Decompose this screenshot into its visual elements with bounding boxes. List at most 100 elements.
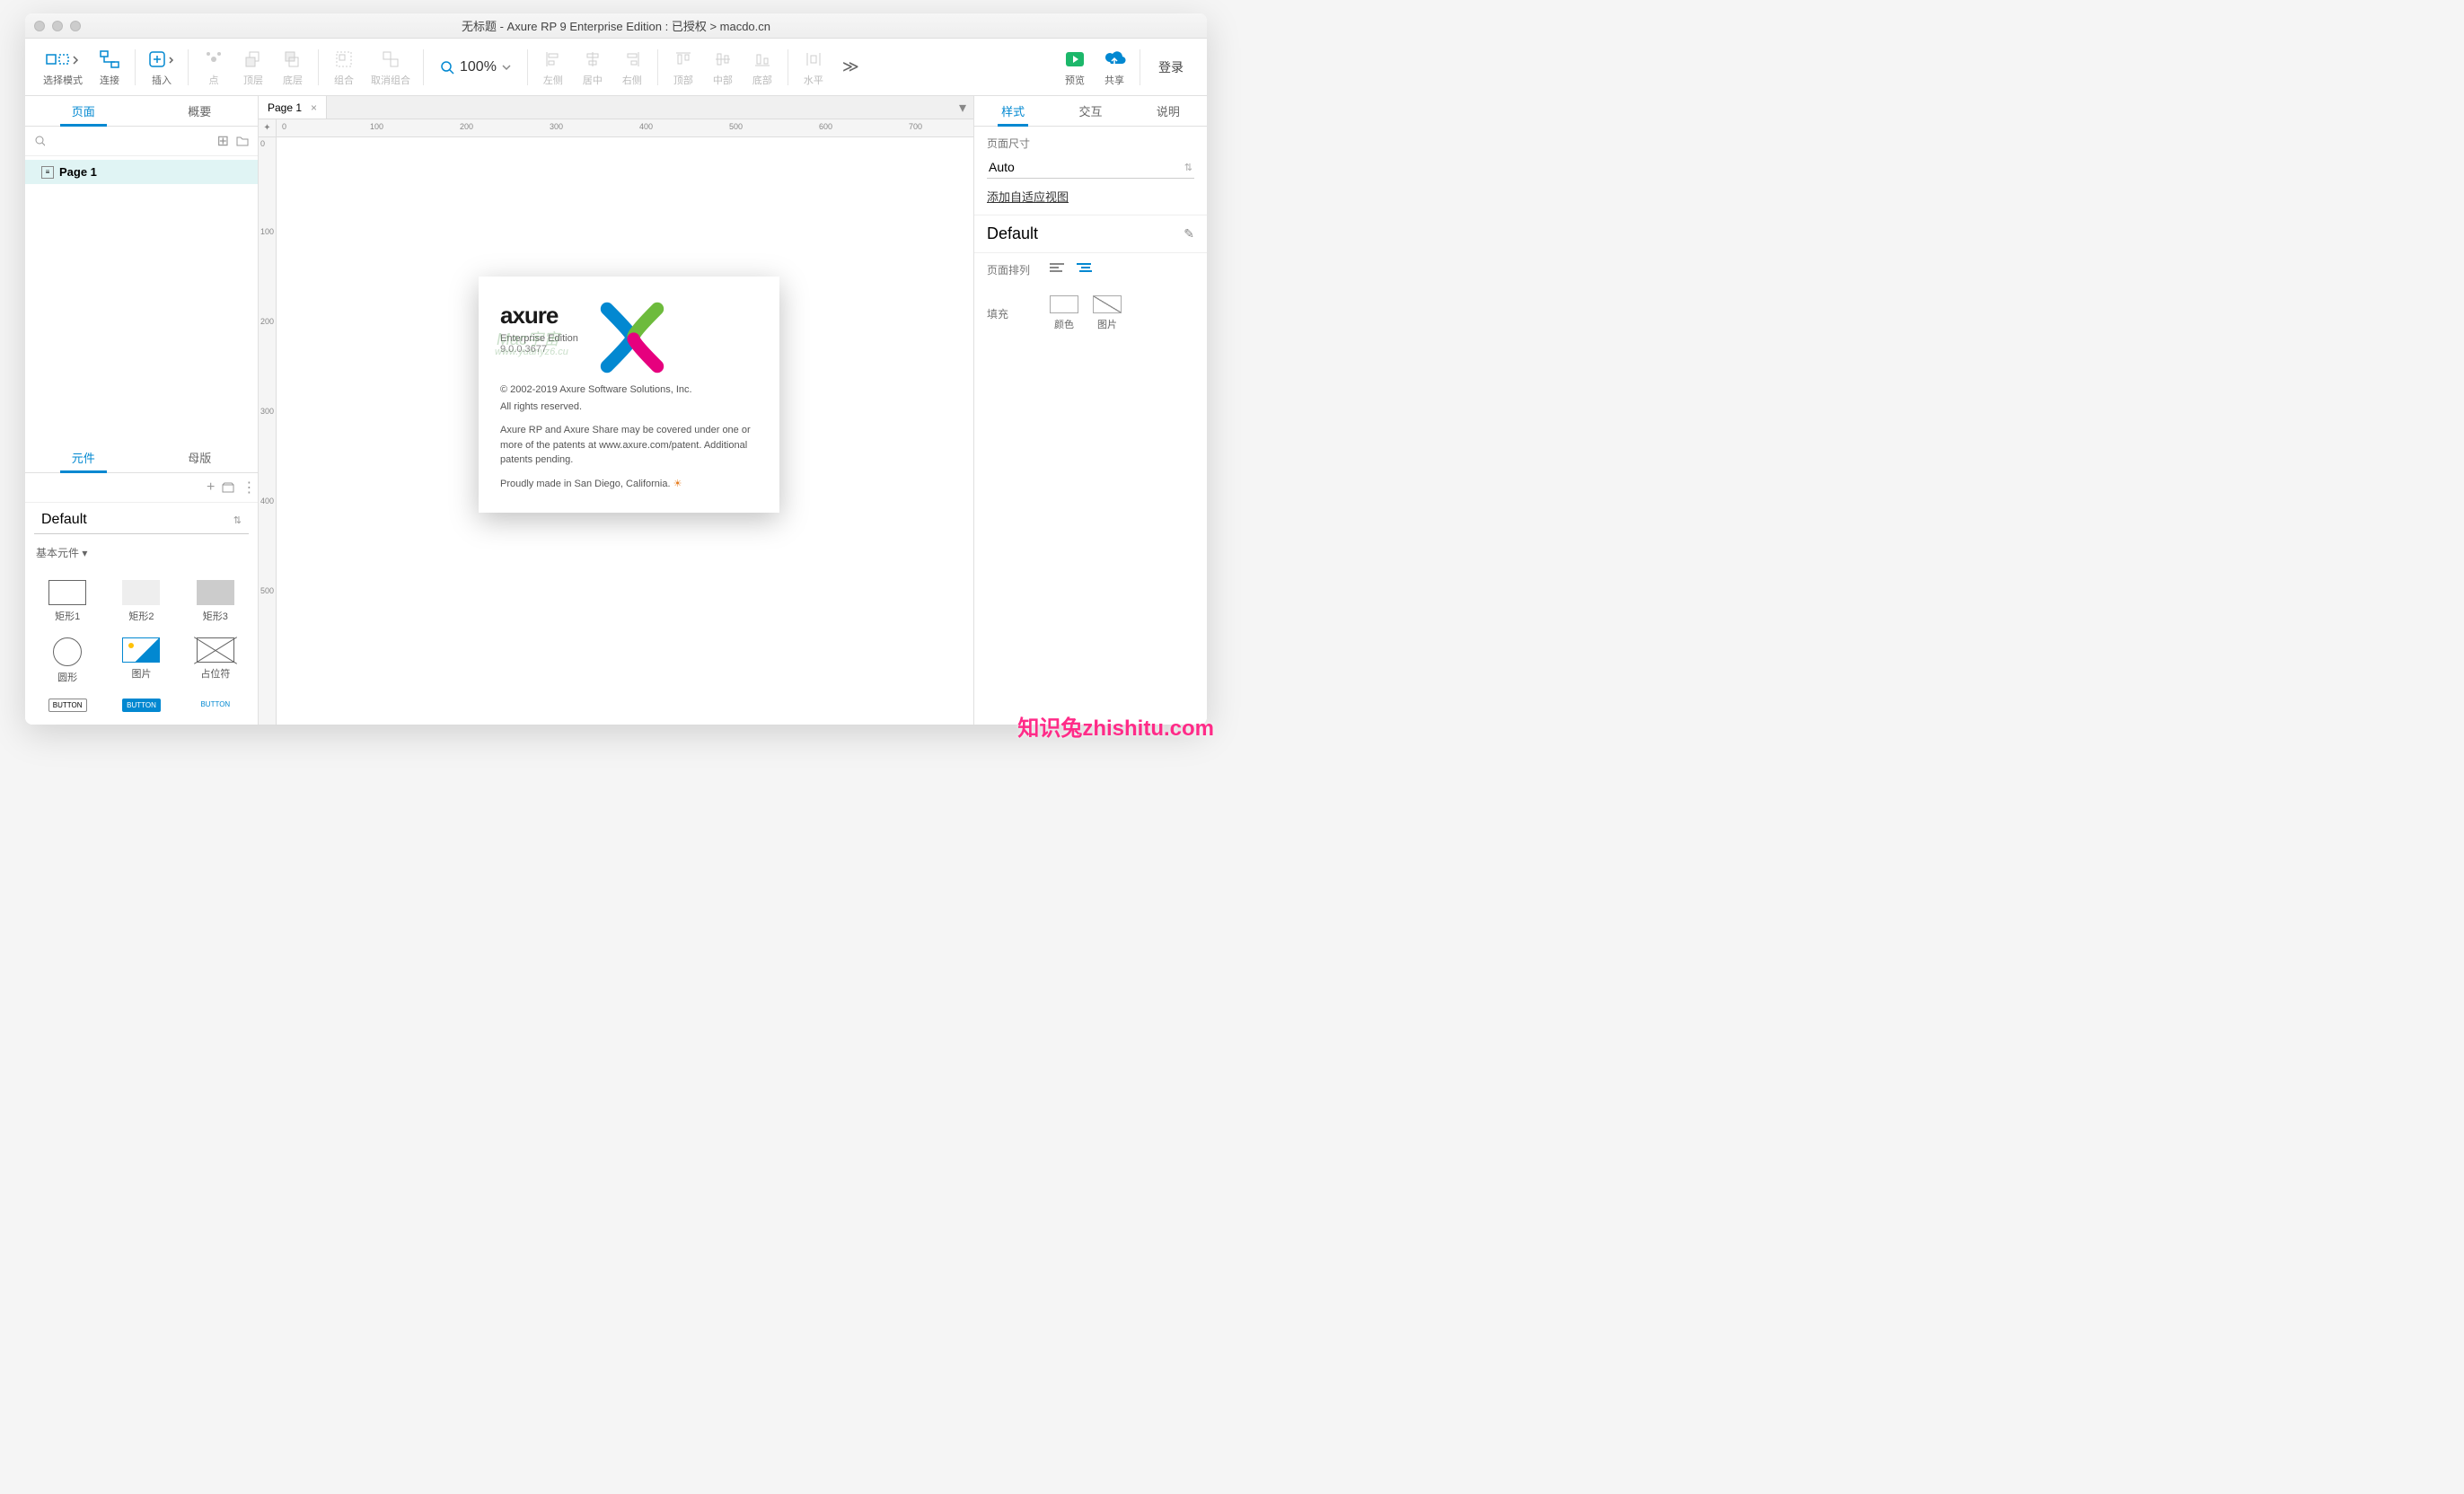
widget-rect2[interactable]: 矩形2 bbox=[106, 575, 176, 628]
bring-front-button: 顶层 bbox=[233, 44, 273, 91]
page-size-section: 页面尺寸 Auto ⇅ 添加自适应视图 bbox=[974, 127, 1207, 215]
tab-style[interactable]: 样式 bbox=[974, 96, 1052, 126]
page-watermark: 知识兔zhishitu.com bbox=[1017, 710, 1214, 742]
tab-outline[interactable]: 概要 bbox=[142, 96, 259, 126]
align-middle-button: 中部 bbox=[703, 44, 743, 91]
titlebar: 无标题 - Axure RP 9 Enterprise Edition : 已授… bbox=[25, 13, 1207, 39]
point-button: 点 bbox=[194, 44, 233, 91]
main-toolbar: 选择模式 连接 插入 点 顶层 底层 组合 取消组合 100% bbox=[25, 39, 1207, 96]
close-icon[interactable] bbox=[34, 21, 45, 31]
ruler-origin[interactable]: ✦ bbox=[259, 119, 277, 137]
traffic-lights bbox=[34, 21, 81, 31]
chevron-icon: ⇅ bbox=[233, 514, 242, 526]
edit-style-icon[interactable]: ✎ bbox=[1184, 226, 1194, 242]
align-bottom-button: 底部 bbox=[743, 44, 782, 91]
add-page-icon[interactable]: ⊞ bbox=[217, 132, 229, 150]
widget-circle[interactable]: 圆形 bbox=[32, 632, 102, 690]
tab-dropdown[interactable]: ▾ bbox=[952, 96, 973, 119]
send-back-button: 底层 bbox=[273, 44, 312, 91]
insert-button[interactable]: 插入 bbox=[141, 44, 182, 91]
widget-button3[interactable]: BUTTON bbox=[180, 693, 251, 717]
overflow-button[interactable]: ≫ bbox=[833, 57, 868, 76]
tab-widgets[interactable]: 元件 bbox=[25, 443, 142, 472]
page-search-input[interactable] bbox=[52, 135, 210, 148]
separator bbox=[188, 49, 189, 85]
page-align-center[interactable] bbox=[1077, 263, 1095, 277]
ruler-horizontal[interactable]: 0 100 200 300 400 500 600 700 bbox=[277, 119, 973, 137]
share-button[interactable]: 共享 bbox=[1095, 44, 1134, 91]
search-icon bbox=[34, 135, 45, 147]
sun-icon: ☀ bbox=[673, 479, 682, 489]
close-tab-icon[interactable]: × bbox=[311, 101, 317, 114]
add-adaptive-link[interactable]: 添加自适应视图 bbox=[987, 188, 1069, 205]
canvas-area: Page 1 × ▾ ✦ 0 100 200 300 400 500 600 7… bbox=[259, 96, 973, 725]
ruler-row: ✦ 0 100 200 300 400 500 600 700 bbox=[259, 119, 973, 137]
pages-tabs: 页面 概要 bbox=[25, 96, 258, 127]
add-folder-icon[interactable] bbox=[236, 136, 249, 146]
fill-image[interactable]: 图片 bbox=[1093, 295, 1122, 331]
minimize-icon[interactable] bbox=[52, 21, 63, 31]
library-select[interactable]: Default ⇅ bbox=[34, 506, 249, 534]
widget-search-input[interactable] bbox=[41, 481, 199, 495]
page-tree-item[interactable]: ≡ Page 1 bbox=[25, 160, 258, 184]
ruler-vertical[interactable]: 0 100 200 300 400 500 bbox=[259, 137, 277, 725]
separator bbox=[318, 49, 319, 85]
page-tree: ≡ Page 1 bbox=[25, 156, 258, 188]
left-panel: 页面 概要 ⊞ ≡ Page 1 元件 母版 bbox=[25, 96, 259, 725]
tab-masters[interactable]: 母版 bbox=[142, 443, 259, 472]
separator bbox=[135, 49, 136, 85]
canvas-tabs: Page 1 × ▾ bbox=[259, 96, 973, 119]
canvas-tab-page1[interactable]: Page 1 × bbox=[259, 96, 327, 119]
widget-image[interactable]: 图片 bbox=[106, 632, 176, 690]
select-mode-button[interactable]: 选择模式 bbox=[36, 44, 90, 91]
widget-button1[interactable]: BUTTON bbox=[32, 693, 102, 717]
align-top-button: 顶部 bbox=[664, 44, 703, 91]
style-default[interactable]: Default ✎ bbox=[974, 215, 1207, 253]
page-icon: ≡ bbox=[41, 166, 54, 179]
fill-row: 填充 颜色 图片 bbox=[974, 286, 1207, 340]
align-right-button: 右侧 bbox=[612, 44, 652, 91]
axure-x-icon bbox=[596, 302, 668, 374]
separator bbox=[527, 49, 528, 85]
ungroup-button: 取消组合 bbox=[364, 44, 418, 91]
canvas[interactable]: axure Enterprise Edition 9.0.0.3677 Mac宇… bbox=[277, 137, 973, 725]
page-size-select[interactable]: Auto ⇅ bbox=[987, 156, 1194, 179]
app-window: 无标题 - Axure RP 9 Enterprise Edition : 已授… bbox=[25, 13, 1207, 725]
add-library-icon[interactable]: + bbox=[207, 479, 215, 496]
separator bbox=[423, 49, 424, 85]
fill-color[interactable]: 颜色 bbox=[1050, 295, 1078, 331]
library-icon[interactable] bbox=[222, 482, 234, 493]
login-button[interactable]: 登录 bbox=[1146, 58, 1196, 76]
maximize-icon[interactable] bbox=[70, 21, 81, 31]
content-area: 页面 概要 ⊞ ≡ Page 1 元件 母版 bbox=[25, 96, 1207, 725]
page-align-row: 页面排列 bbox=[974, 253, 1207, 286]
more-icon[interactable]: ⋮ bbox=[242, 479, 256, 497]
align-center-button: 居中 bbox=[573, 44, 612, 91]
axure-logo: axure bbox=[500, 302, 578, 330]
right-panel: 样式 交互 说明 页面尺寸 Auto ⇅ 添加自适应视图 Default ✎ 页… bbox=[973, 96, 1207, 725]
page-align-left[interactable] bbox=[1050, 263, 1068, 277]
chevron-down-icon bbox=[502, 63, 511, 72]
widget-search-row: + ⋮ bbox=[25, 473, 258, 503]
tab-notes[interactable]: 说明 bbox=[1130, 96, 1207, 126]
page-search-row: ⊞ bbox=[25, 127, 258, 156]
widget-rect3[interactable]: 矩形3 bbox=[180, 575, 251, 628]
preview-button[interactable]: 预览 bbox=[1055, 44, 1095, 91]
about-dialog: axure Enterprise Edition 9.0.0.3677 Mac宇… bbox=[479, 277, 779, 513]
search-icon bbox=[440, 60, 454, 75]
zoom-control[interactable]: 100% bbox=[429, 59, 522, 75]
tab-interactions[interactable]: 交互 bbox=[1052, 96, 1129, 126]
distribute-h-button: 水平 bbox=[794, 44, 833, 91]
connect-button[interactable]: 连接 bbox=[90, 44, 129, 91]
inspector-tabs: 样式 交互 说明 bbox=[974, 96, 1207, 127]
align-left-button: 左侧 bbox=[533, 44, 573, 91]
chevron-icon: ⇅ bbox=[1184, 162, 1192, 173]
widget-button2[interactable]: BUTTON bbox=[106, 693, 176, 717]
basic-widgets-section[interactable]: 基本元件 ▾ bbox=[25, 538, 258, 567]
canvas-row: 0 100 200 300 400 500 axure Enterprise E… bbox=[259, 137, 973, 725]
separator bbox=[657, 49, 658, 85]
tab-pages[interactable]: 页面 bbox=[25, 96, 142, 126]
widget-placeholder[interactable]: 占位符 bbox=[180, 632, 251, 690]
widget-tabs: 元件 母版 bbox=[25, 443, 258, 473]
widget-rect1[interactable]: 矩形1 bbox=[32, 575, 102, 628]
